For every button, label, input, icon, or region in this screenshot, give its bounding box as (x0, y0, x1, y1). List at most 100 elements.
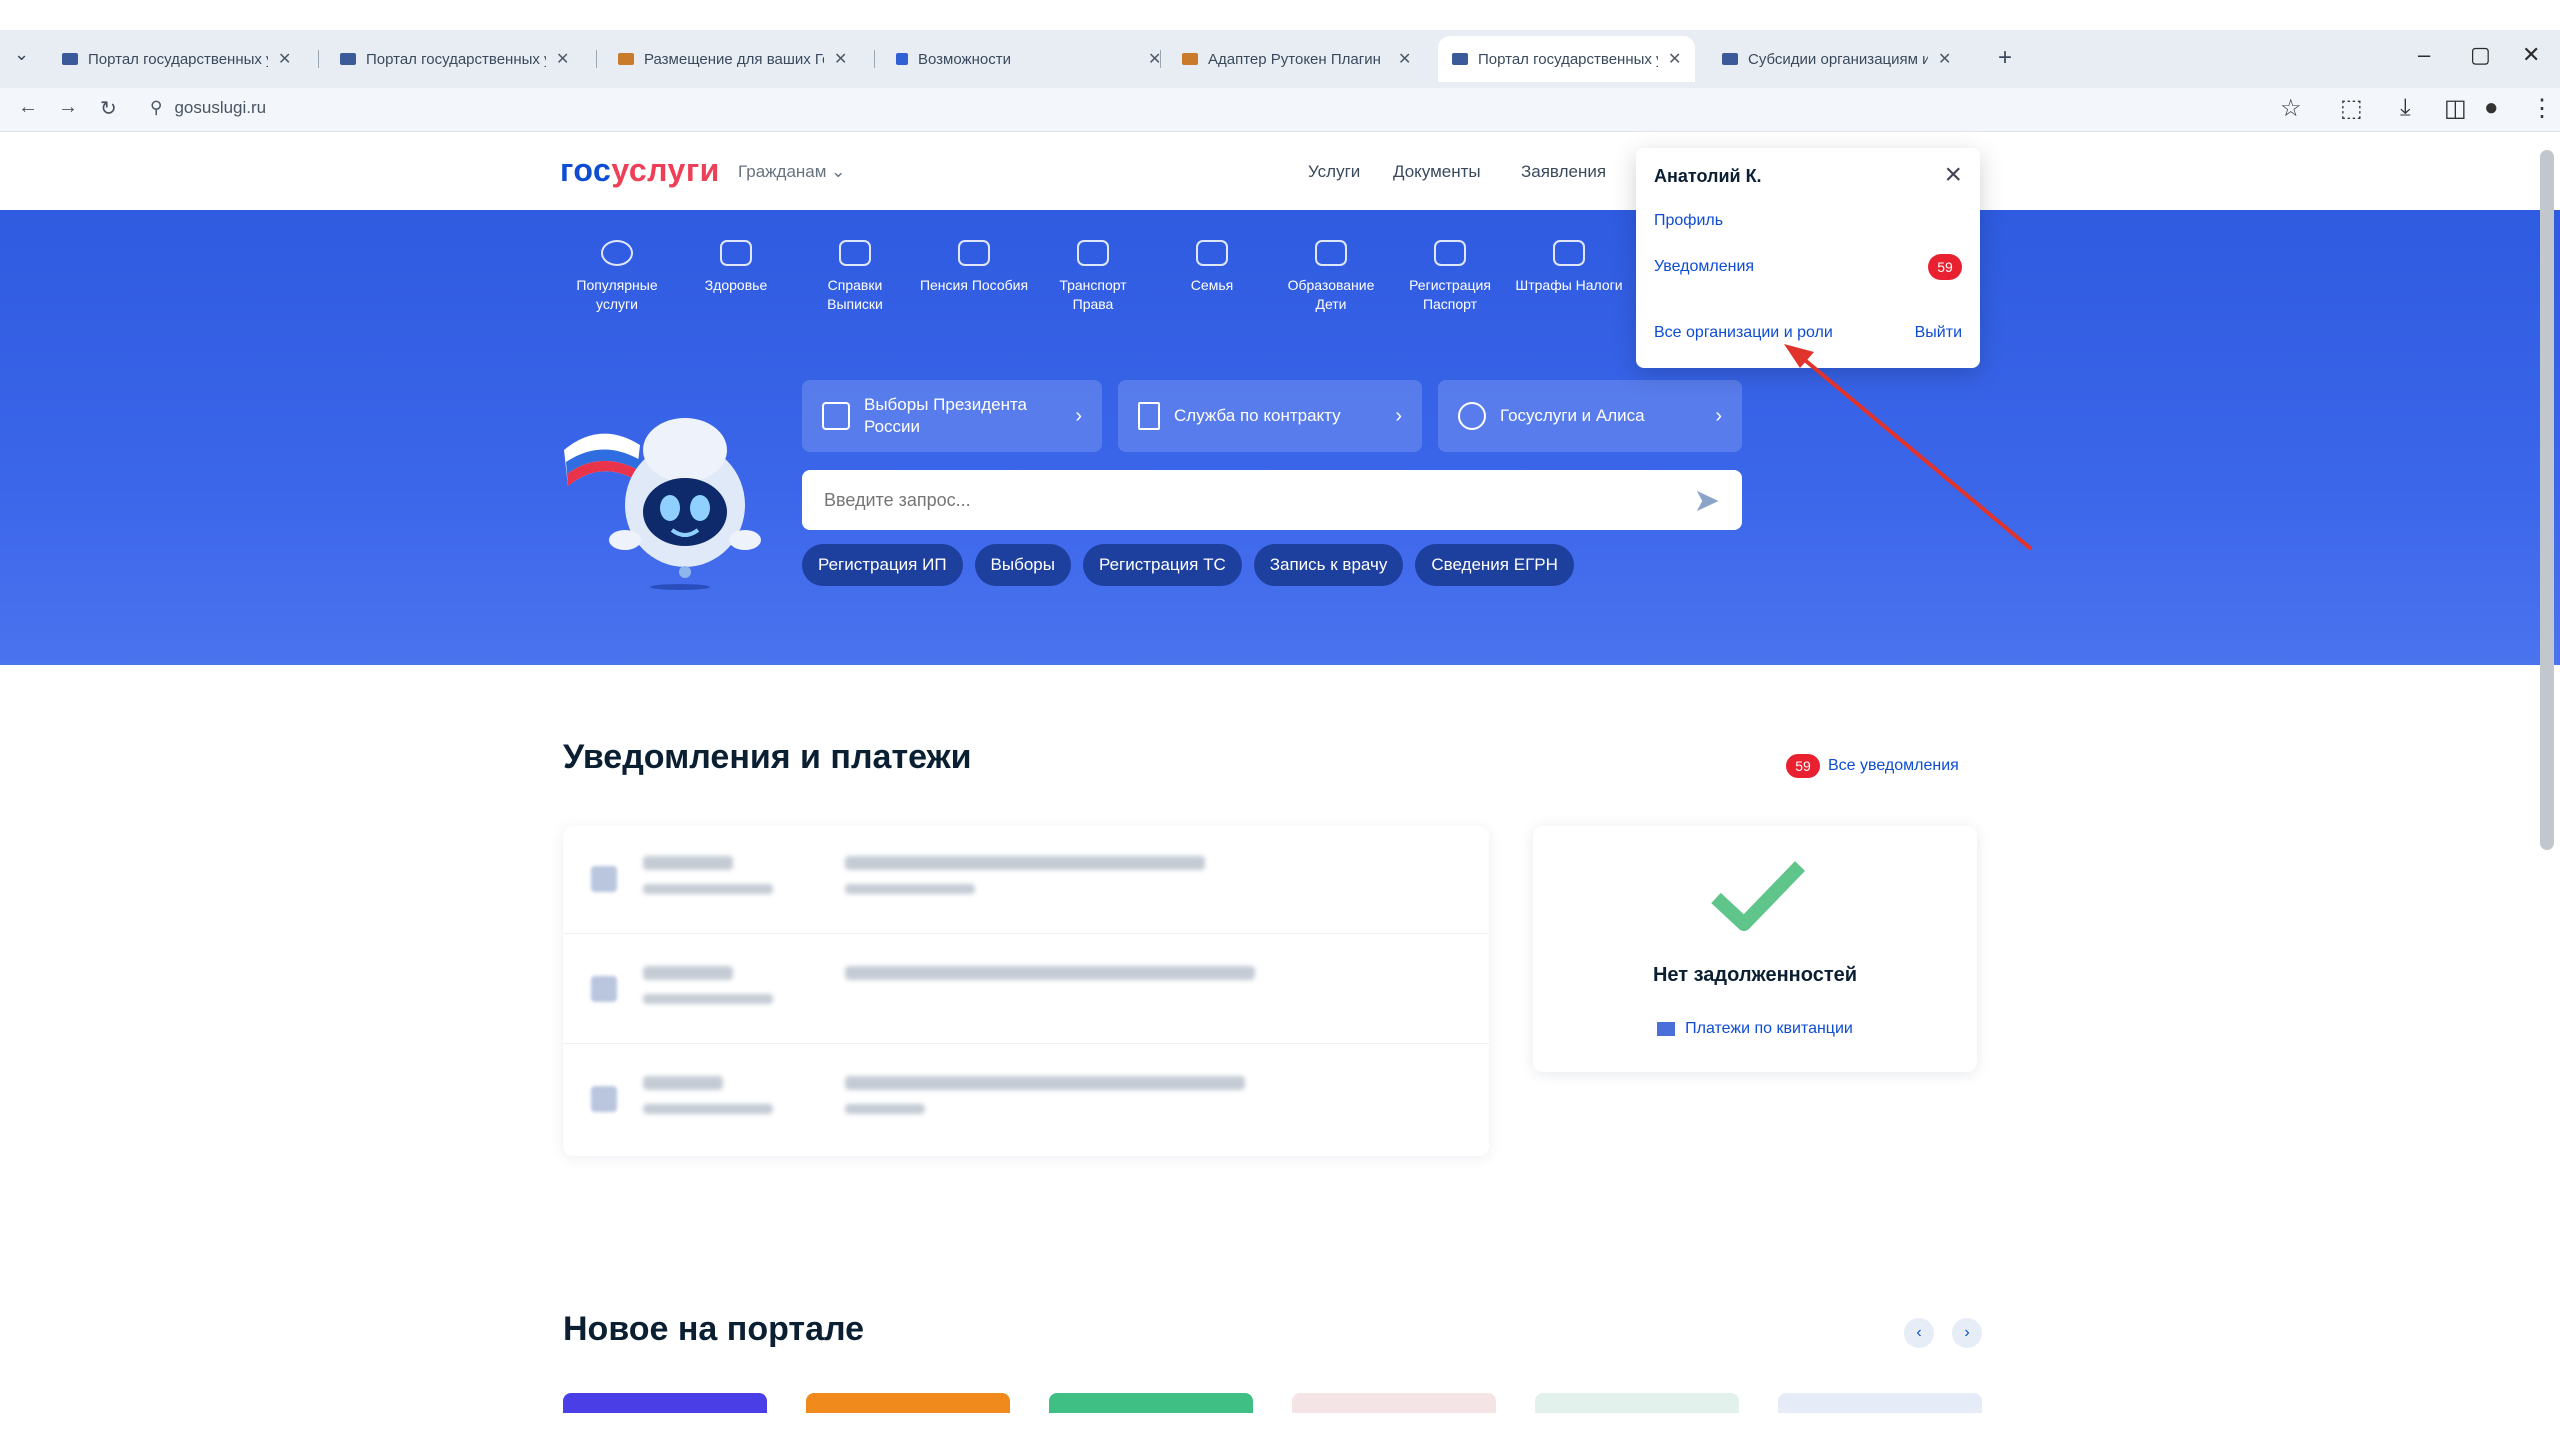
chevron-right-icon: › (1715, 404, 1722, 427)
notifications-list (563, 826, 1489, 1156)
list-item[interactable] (563, 1046, 1489, 1154)
user-name: Анатолий К. (1654, 166, 1762, 186)
robot-mascot-icon (564, 418, 761, 590)
all-organizations-link[interactable]: Все организации и роли (1654, 324, 1833, 342)
back-icon[interactable]: ← (18, 96, 38, 119)
category-pension[interactable]: Пенсия Пособия (919, 234, 1029, 295)
search-box: ➤ (802, 470, 1742, 530)
close-icon[interactable]: ✕ (1398, 49, 1411, 69)
receipt-payments-link[interactable]: Платежи по квитанции (1533, 1020, 1977, 1038)
new-tab-icon[interactable]: + (1998, 44, 2012, 72)
download-icon[interactable]: ⤓ (2400, 94, 2411, 122)
sidepanel-icon[interactable]: ◫ (2444, 94, 2467, 123)
folder-icon (839, 240, 871, 266)
category-health[interactable]: Здоровье (681, 234, 791, 295)
tab-search-icon[interactable]: ⌄ (14, 44, 29, 65)
site-info-icon[interactable]: ⚲ (150, 98, 162, 118)
browser-tab[interactable]: Субсидии организациям и г ✕ (1708, 36, 1965, 82)
minimize-icon[interactable]: – (2418, 42, 2430, 68)
bookmark-star-icon[interactable]: ☆ (2280, 94, 2302, 123)
list-item[interactable] (563, 826, 1489, 934)
role-selector[interactable]: Гражданам ⌄ (738, 162, 845, 182)
category-fines[interactable]: Штрафы Налоги (1514, 234, 1624, 295)
checkmark-icon (1711, 861, 1806, 931)
close-icon[interactable]: ✕ (834, 49, 847, 69)
close-icon[interactable]: ✕ (278, 49, 291, 69)
category-registration[interactable]: Регистрация Паспорт (1395, 234, 1505, 314)
nav-services[interactable]: Услуги (1308, 162, 1360, 182)
profile-icon[interactable]: ● (2484, 94, 2499, 122)
close-icon[interactable]: × (1944, 158, 1962, 192)
debt-status-card: Нет задолженностей Платежи по квитанции (1533, 826, 1977, 1072)
browser-tab[interactable]: Портал государственных усл✕ (48, 36, 305, 82)
browser-tab[interactable]: Адаптер Рутокен Плагин ✕ (1168, 36, 1425, 82)
browser-tab[interactable]: Портал государственных усл✕ (326, 36, 583, 82)
chip-elections[interactable]: Выборы (974, 544, 1071, 586)
stroller-icon (1196, 240, 1228, 266)
chip-egrn[interactable]: Сведения ЕГРН (1415, 544, 1574, 586)
close-icon[interactable]: ✕ (1668, 49, 1681, 69)
contract-service-button[interactable]: Служба по контракту › (1118, 380, 1422, 452)
close-icon[interactable]: ✕ (1938, 49, 1951, 69)
category-popular[interactable]: Популярные услуги (562, 234, 672, 314)
alisa-icon (1458, 402, 1486, 430)
category-certificates[interactable]: Справки Выписки (800, 234, 910, 314)
chip-vehicle-registration[interactable]: Регистрация ТС (1082, 544, 1242, 586)
heart-icon (601, 240, 633, 266)
favicon-icon (62, 53, 78, 65)
list-item[interactable] (563, 936, 1489, 1044)
close-icon[interactable]: ✕ (556, 49, 569, 69)
alisa-button[interactable]: Госуслуги и Алиса › (1438, 380, 1742, 452)
favicon-icon (1722, 53, 1738, 65)
all-notifications-link[interactable]: 59 Все уведомления (1786, 754, 1959, 778)
nav-documents[interactable]: Документы (1393, 162, 1481, 182)
browser-tab[interactable]: Возможности ✕ (882, 36, 1175, 82)
chip-doctor-appointment[interactable]: Запись к врачу (1253, 544, 1404, 586)
document-icon (591, 1086, 617, 1112)
news-card[interactable] (806, 1393, 1010, 1413)
document-icon (591, 866, 617, 892)
hero-section: Популярные услуги Здоровье Справки Выпис… (0, 210, 2560, 665)
site-header: госуслуги Гражданам ⌄ Услуги Документы З… (0, 132, 2560, 210)
gosuslugi-logo[interactable]: госуслуги (560, 152, 720, 189)
no-debts-title: Нет задолженностей (1652, 964, 1858, 986)
car-icon (1077, 240, 1109, 266)
extensions-icon[interactable]: ⬚ (2340, 94, 2363, 123)
category-education[interactable]: Образование Дети (1276, 234, 1386, 314)
news-card[interactable] (1778, 1393, 1982, 1413)
user-menu-dropdown: Анатолий К. × Профиль Уведомления 59 Все… (1636, 148, 1980, 368)
url-text: gosuslugi.ru (174, 98, 267, 117)
reload-icon[interactable]: ↻ (100, 96, 117, 121)
browser-tabstrip: ⌄ Портал государственных усл✕ Портал гос… (0, 30, 2560, 88)
news-card[interactable] (1049, 1393, 1253, 1413)
news-card[interactable] (1292, 1393, 1496, 1413)
logout-link[interactable]: Выйти (1915, 324, 1962, 342)
page-scrollbar[interactable] (2540, 150, 2554, 850)
news-card[interactable] (1535, 1393, 1739, 1413)
carousel-prev-icon[interactable]: ‹ (1904, 1318, 1934, 1348)
elections-button[interactable]: Выборы Президента России › (802, 380, 1102, 452)
flag-icon (1138, 402, 1160, 430)
window-close-icon[interactable]: ✕ (2522, 42, 2540, 68)
news-card[interactable] (563, 1393, 767, 1413)
menu-icon[interactable]: ⋮ (2530, 94, 2554, 123)
forward-icon[interactable]: → (58, 96, 78, 119)
scales-icon (1553, 240, 1585, 266)
notifications-link[interactable]: Уведомления (1654, 258, 1754, 276)
send-arrow-icon[interactable]: ➤ (1693, 481, 1720, 519)
favicon-icon (896, 53, 908, 65)
chip-ip-registration[interactable]: Регистрация ИП (802, 544, 963, 586)
browser-tab[interactable]: Размещение для ваших Госу✕ (604, 36, 861, 82)
address-bar[interactable]: ⚲ gosuslugi.ru (150, 98, 266, 118)
nav-applications[interactable]: Заявления (1521, 162, 1606, 182)
category-transport[interactable]: Транспорт Права (1038, 234, 1148, 314)
category-family[interactable]: Семья (1157, 234, 1267, 295)
search-input[interactable] (824, 489, 1694, 511)
favicon-icon (1452, 53, 1468, 65)
chevron-down-icon: ⌄ (831, 162, 846, 181)
book-icon (1315, 240, 1347, 266)
carousel-next-icon[interactable]: › (1952, 1318, 1982, 1348)
profile-link[interactable]: Профиль (1654, 212, 1723, 230)
restore-icon[interactable]: ▢ (2470, 42, 2491, 68)
browser-tab-active[interactable]: Портал государственных усл✕ (1438, 36, 1696, 82)
